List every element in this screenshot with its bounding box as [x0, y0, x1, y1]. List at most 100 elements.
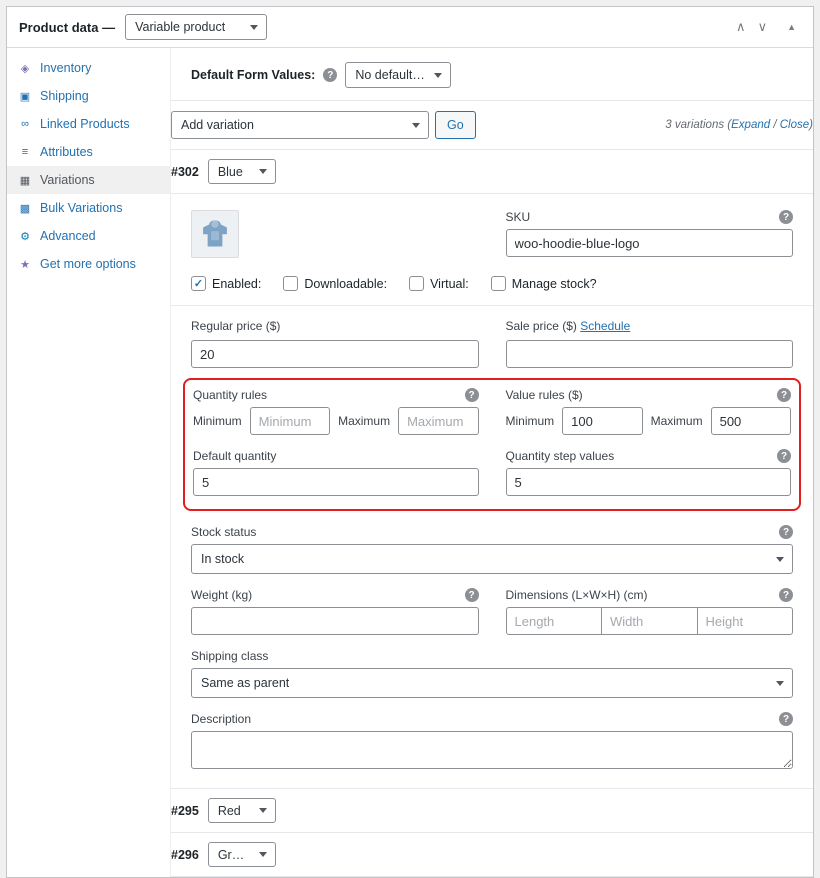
go-button[interactable]: Go	[435, 111, 476, 139]
regular-price-label-row: Regular price ($)	[191, 319, 479, 333]
stock-status-label-row: Stock status ?	[191, 525, 793, 539]
width-input[interactable]	[601, 607, 698, 635]
variations-count: 3 variations	[665, 119, 724, 131]
expand-all-link[interactable]: Expand	[731, 119, 770, 131]
sku-input[interactable]	[506, 229, 794, 257]
tab-label: Shipping	[40, 89, 89, 103]
move-up-button[interactable]: ∧	[731, 17, 751, 37]
virtual-checkbox[interactable]	[409, 276, 424, 291]
quantity-maximum-input[interactable]	[398, 407, 478, 435]
tab-linked-products[interactable]: ∞ Linked Products	[7, 110, 170, 138]
downloadable-checkbox[interactable]	[283, 276, 298, 291]
quantity-minimum-input[interactable]	[250, 407, 330, 435]
variation-image-thumbnail[interactable]	[191, 210, 239, 258]
close-all-link[interactable]: Close	[780, 119, 809, 131]
shipping-class-select[interactable]: Same as parent	[191, 668, 793, 698]
help-icon[interactable]: ?	[779, 210, 793, 224]
default-color-select[interactable]: No default Color...	[345, 62, 451, 88]
shipping-class-label: Shipping class	[191, 649, 268, 663]
description-label: Description	[191, 712, 251, 726]
tab-variations[interactable]: ▦ Variations	[7, 166, 170, 194]
chevron-down-icon	[259, 808, 267, 817]
sku-label-row: SKU ?	[506, 210, 794, 224]
variation-row-header-302[interactable]: #302 Blue	[171, 150, 813, 194]
enabled-checkbox[interactable]	[191, 276, 206, 291]
product-type-select[interactable]: Variable product	[125, 14, 267, 40]
variation-options-row: Enabled: Downloadable: Virtual: Manage s…	[191, 276, 793, 291]
help-icon[interactable]: ?	[779, 712, 793, 726]
tab-shipping[interactable]: ▣ Shipping	[7, 82, 170, 110]
help-icon[interactable]: ?	[777, 449, 791, 463]
variation-color-select[interactable]: Blue	[208, 159, 276, 184]
default-quantity-label-row: Default quantity	[193, 449, 479, 463]
grid-icon: ▦	[18, 174, 32, 187]
tab-attributes[interactable]: ≡ Attributes	[7, 138, 170, 166]
value-maximum-label: Maximum	[651, 414, 703, 428]
chevron-down-icon	[250, 25, 258, 34]
virtual-option[interactable]: Virtual:	[409, 276, 469, 291]
quantity-step-input[interactable]	[506, 468, 792, 496]
variation-id: #296	[171, 848, 199, 862]
shipping-dimensions-row: Weight (kg) ? Dimensions (L×W×H) (cm) ?	[191, 588, 793, 635]
height-input[interactable]	[697, 607, 794, 635]
variations-toolbar: Add variation Go 3 variations (Expand / …	[171, 101, 813, 150]
variation-id: #295	[171, 804, 199, 818]
help-icon[interactable]: ?	[465, 588, 479, 602]
chevron-down-icon	[412, 123, 420, 132]
variation-id: #302	[171, 165, 199, 179]
help-icon[interactable]: ?	[323, 68, 337, 82]
variation-row-header-295[interactable]: #295 Red	[171, 789, 813, 833]
quantity-step-label: Quantity step values	[506, 449, 615, 463]
value-minimum-input[interactable]	[562, 407, 642, 435]
quantity-step-label-row: Quantity step values ?	[506, 449, 792, 463]
tab-bulk-variations[interactable]: ▩ Bulk Variations	[7, 194, 170, 222]
variation-color-select[interactable]: Red	[208, 798, 276, 823]
tab-label: Variations	[40, 173, 95, 187]
metabox-handle-actions: ∧ ∨ ▲	[731, 17, 801, 37]
length-input[interactable]	[506, 607, 603, 635]
bulk-grid-icon: ▩	[18, 202, 32, 215]
help-icon[interactable]: ?	[777, 388, 791, 402]
variation-row-header-296[interactable]: #296 Green	[171, 833, 813, 877]
regular-price-input[interactable]	[191, 340, 479, 368]
variation-color-select[interactable]: Green	[208, 842, 276, 867]
manage-stock-checkbox[interactable]	[491, 276, 506, 291]
description-textarea[interactable]	[191, 731, 793, 769]
value-maximum-input[interactable]	[711, 407, 791, 435]
weight-label: Weight (kg)	[191, 588, 252, 602]
help-icon[interactable]: ?	[779, 525, 793, 539]
stock-status-label: Stock status	[191, 525, 256, 539]
regular-price-label: Regular price ($)	[191, 319, 280, 333]
move-down-button[interactable]: ∨	[753, 17, 773, 37]
chevron-down-icon	[776, 557, 784, 566]
manage-stock-label: Manage stock?	[512, 277, 597, 291]
product-data-tabs: ◈ Inventory ▣ Shipping ∞ Linked Products…	[7, 48, 171, 877]
stock-status-select[interactable]: In stock	[191, 544, 793, 574]
default-quantity-input[interactable]	[193, 468, 479, 496]
dimensions-label: Dimensions (L×W×H) (cm)	[506, 588, 648, 602]
tab-label: Advanced	[40, 229, 96, 243]
variation-body-302: SKU ? Enabled: Downloadable:	[191, 194, 793, 788]
add-variation-select[interactable]: Add variation	[171, 111, 429, 139]
manage-stock-option[interactable]: Manage stock?	[491, 276, 597, 291]
default-form-values-label: Default Form Values:	[191, 68, 315, 82]
variations-summary: 3 variations (Expand / Close)	[665, 119, 813, 131]
sale-price-label: Sale price ($)	[506, 319, 577, 333]
help-icon[interactable]: ?	[465, 388, 479, 402]
help-icon[interactable]: ?	[779, 588, 793, 602]
value-rules-label: Value rules ($)	[506, 388, 583, 402]
downloadable-option[interactable]: Downloadable:	[283, 276, 387, 291]
tab-advanced[interactable]: ⚙ Advanced	[7, 222, 170, 250]
shipping-class-label-row: Shipping class	[191, 649, 793, 663]
sale-price-input[interactable]	[506, 340, 794, 368]
stock-status-field: Stock status ? In stock	[191, 525, 793, 574]
enabled-label: Enabled:	[212, 277, 261, 291]
enabled-option[interactable]: Enabled:	[191, 276, 261, 291]
chevron-down-icon	[776, 681, 784, 690]
downloadable-label: Downloadable:	[304, 277, 387, 291]
tab-get-more-options[interactable]: ★ Get more options	[7, 250, 170, 278]
tab-inventory[interactable]: ◈ Inventory	[7, 54, 170, 82]
weight-input[interactable]	[191, 607, 479, 635]
schedule-link[interactable]: Schedule	[580, 319, 630, 333]
toggle-panel-button[interactable]: ▲	[782, 20, 801, 34]
